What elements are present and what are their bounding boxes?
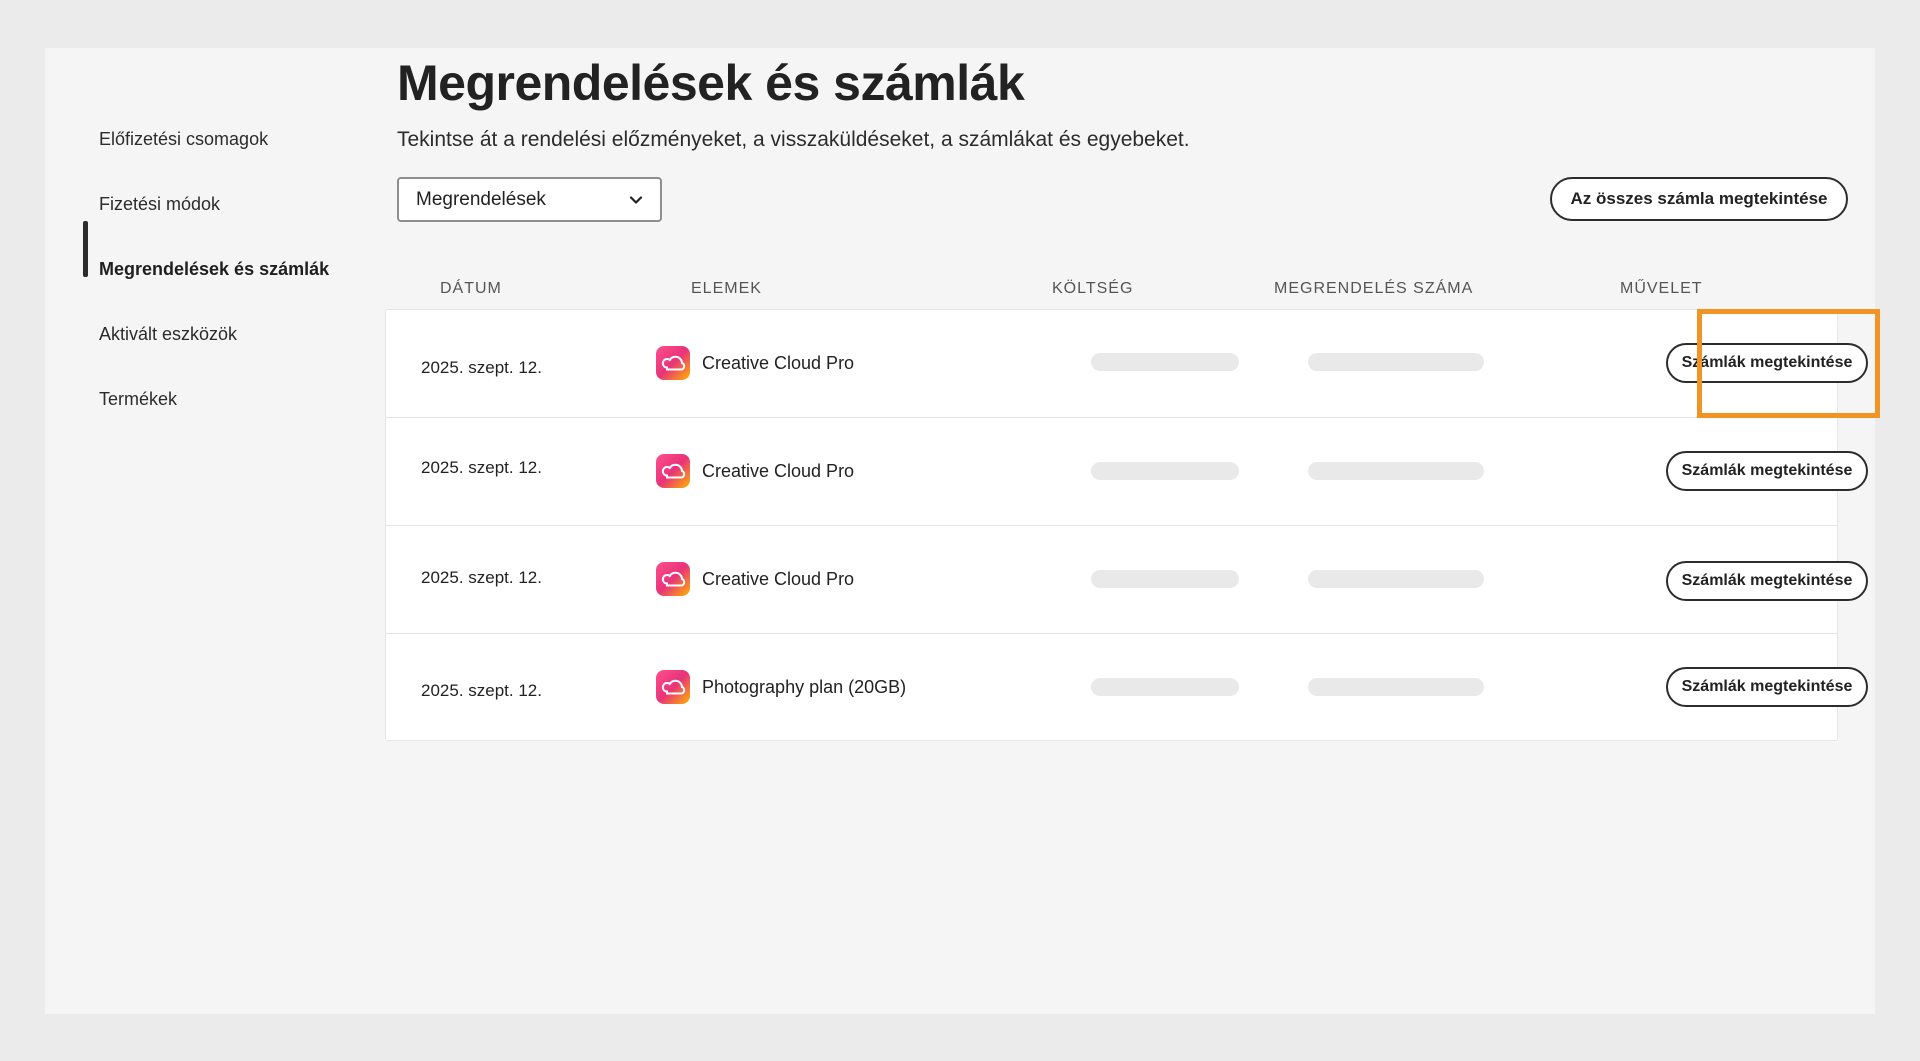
table-row: 2025. szept. 12. Photography plan (20GB)… [386,634,1868,742]
sidebar-item-subscriptions[interactable]: Előfizetési csomagok [99,119,268,159]
column-header-items: ELEMEK [691,280,762,297]
order-item-label: Creative Cloud Pro [702,352,855,373]
creative-cloud-icon [656,562,690,596]
sidebar-item-activated-devices[interactable]: Aktivált eszközök [99,314,237,354]
table-row: 2025. szept. 12. Creative Cloud Pro Szám… [386,418,1868,526]
sidebar-item-orders-invoices[interactable]: Megrendelések és számlák [99,249,329,289]
order-number-placeholder [1308,678,1484,696]
cost-placeholder [1091,570,1239,588]
order-item-label: Photography plan (20GB) [702,676,907,697]
order-item-label: Creative Cloud Pro [702,568,855,589]
order-date: 2025. szept. 12. [421,568,542,587]
column-header-cost: KÖLTSÉG [1052,280,1134,297]
order-number-placeholder [1308,570,1484,588]
order-item: Creative Cloud Pro [656,346,854,380]
order-number-placeholder [1308,353,1484,371]
orders-table: 2025. szept. 12. Creative Cloud Pro Szám… [385,309,1868,742]
sidebar-item-products[interactable]: Termékek [99,379,177,419]
chevron-down-icon [629,195,643,204]
creative-cloud-icon [656,670,690,704]
highlight-box [1697,309,1880,418]
column-header-action: MŰVELET [1620,280,1703,297]
creative-cloud-icon [656,346,690,380]
creative-cloud-icon [656,454,690,488]
order-item: Creative Cloud Pro [656,454,854,488]
page-title: Megrendelések és számlák [397,55,1025,111]
column-header-order-number: MEGRENDELÉS SZÁMA [1274,280,1474,297]
active-nav-indicator [83,221,88,277]
cost-placeholder [1091,462,1239,480]
order-item: Creative Cloud Pro [656,562,854,596]
order-number-placeholder [1308,462,1484,480]
view-invoices-button[interactable]: Számlák megtekintése [1666,561,1868,601]
cost-placeholder [1091,678,1239,696]
view-invoices-button[interactable]: Számlák megtekintése [1666,667,1868,707]
page-subtitle: Tekintse át a rendelési előzményeket, a … [397,128,1190,151]
order-date: 2025. szept. 12. [421,458,542,477]
order-item: Photography plan (20GB) [656,670,906,704]
order-type-dropdown[interactable]: Megrendelések [397,177,662,222]
order-date: 2025. szept. 12. [421,681,542,700]
order-item-label: Creative Cloud Pro [702,460,855,481]
page-panel: Előfizetési csomagok Fizetési módok Megr… [45,48,1880,1014]
cost-placeholder [1091,353,1239,371]
view-all-invoices-button[interactable]: Az összes számla megtekintése [1550,177,1848,221]
sidebar-item-payment-methods[interactable]: Fizetési módok [99,184,220,224]
table-row: 2025. szept. 12. Creative Cloud Pro Szám… [386,310,1868,418]
view-invoices-button[interactable]: Számlák megtekintése [1666,451,1868,491]
order-date: 2025. szept. 12. [421,358,542,377]
column-header-date: DÁTUM [440,280,502,297]
dropdown-selected-value: Megrendelések [416,188,546,210]
sidebar-nav: Előfizetési csomagok Fizetési módok Megr… [45,48,345,1014]
table-row: 2025. szept. 12. Creative Cloud Pro Szám… [386,526,1868,634]
